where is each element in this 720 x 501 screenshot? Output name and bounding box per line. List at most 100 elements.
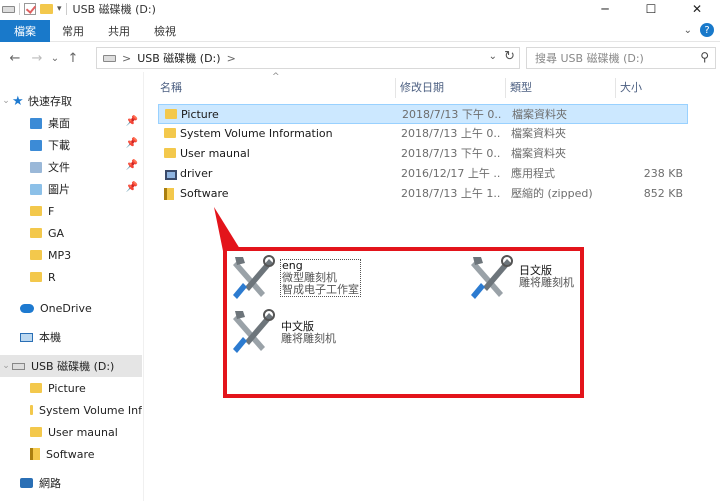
sidebar-item-ga[interactable]: GA: [0, 222, 142, 244]
table-row[interactable]: Picture 2018/7/13 下午 0... 檔案資料夾: [158, 104, 688, 124]
sidebar-item-system-volume[interactable]: System Volume Inf: [0, 399, 142, 421]
table-row[interactable]: Software 2018/7/13 上午 1... 壓縮的 (zipped) …: [158, 184, 688, 204]
sidebar-item-label: MP3: [48, 248, 72, 262]
sidebar-item-onedrive[interactable]: OneDrive: [0, 297, 142, 319]
computer-icon: [20, 332, 33, 342]
application-icon: [164, 168, 178, 185]
table-row[interactable]: System Volume Information 2018/7/13 上午 0…: [158, 124, 688, 144]
sidebar-item-picture[interactable]: Picture: [0, 377, 142, 399]
file-size: [618, 144, 683, 164]
tools-icon: [233, 309, 275, 353]
sidebar-item-this-pc[interactable]: 本機: [0, 326, 142, 348]
column-header-name[interactable]: 名稱: [156, 78, 396, 98]
breadcrumb-separator[interactable]: >: [227, 52, 236, 65]
file-date: 2018/7/13 下午 0...: [401, 147, 501, 160]
sidebar-item-label: 下載: [48, 139, 70, 152]
minimize-button[interactable]: ─: [582, 0, 628, 18]
file-type: 檔案資料夾: [512, 108, 567, 121]
forward-button[interactable]: →: [26, 47, 48, 69]
sidebar-item-label: User maunal: [48, 425, 118, 439]
folder-icon: [30, 228, 42, 238]
pane-divider[interactable]: [143, 72, 144, 501]
desktop-icon: [30, 117, 42, 129]
tool-label-japanese[interactable]: 日文版 雕将雕刻机: [519, 265, 574, 289]
breadcrumb-usb-drive[interactable]: USB 磁碟機 (D:): [137, 50, 220, 66]
navigation-bar: ← → ⌄ ↑ > USB 磁碟機 (D:) > ⌄ ↻ 搜尋 USB 磁碟機 …: [0, 44, 720, 72]
drive-icon: [103, 54, 116, 62]
sidebar-item-desktop[interactable]: 桌面 📌: [0, 112, 142, 134]
column-header-size[interactable]: 大小: [616, 78, 686, 98]
sidebar-item-user-manual[interactable]: User maunal: [0, 421, 142, 443]
sidebar-item-label: R: [48, 270, 56, 284]
tab-view[interactable]: 檢視: [142, 20, 188, 42]
file-size: [619, 105, 684, 125]
sidebar-item-label: OneDrive: [40, 301, 92, 315]
file-name: Software: [180, 187, 229, 200]
drive-icon: [2, 5, 15, 13]
folder-icon: [30, 250, 42, 260]
file-date: 2018/7/13 下午 0...: [402, 108, 502, 121]
tool-label-chinese[interactable]: 中文版 雕将雕刻机: [281, 321, 336, 345]
tool-label-eng[interactable]: eng 微型雕刻机 智成电子工作室: [280, 259, 361, 297]
help-icon[interactable]: ?: [700, 23, 714, 37]
search-placeholder: 搜尋 USB 磁碟機 (D:): [535, 52, 644, 65]
picture-icon: [30, 183, 42, 195]
file-size: 238 KB: [643, 167, 683, 180]
sidebar-item-label: System Volume Inf: [38, 403, 142, 417]
column-headers: ^ 名稱 修改日期 類型 大小: [156, 72, 712, 98]
close-button[interactable]: ✕: [674, 0, 720, 18]
expand-ribbon-icon[interactable]: ⌄: [684, 25, 692, 36]
sidebar-item-documents[interactable]: 文件 📌: [0, 156, 142, 178]
back-button[interactable]: ←: [4, 47, 26, 69]
tab-share[interactable]: 共用: [96, 20, 142, 42]
sidebar-item-network[interactable]: 網路: [0, 472, 142, 494]
navigation-pane: ⌄ ★ 快速存取 桌面 📌 下載 📌 文件 📌 圖片 📌 F GA MP3 R: [0, 86, 142, 501]
sidebar-item-f[interactable]: F: [0, 200, 142, 222]
tab-file[interactable]: 檔案: [0, 19, 50, 42]
folder-icon: [30, 405, 33, 415]
sidebar-item-label: 網路: [39, 477, 61, 490]
refresh-icon[interactable]: ↻: [504, 49, 515, 64]
file-name: System Volume Information: [180, 127, 333, 140]
tool-subtitle: 智成电子工作室: [282, 283, 359, 296]
address-dropdown-icon[interactable]: ⌄: [489, 51, 497, 62]
sidebar-item-mp3[interactable]: MP3: [0, 244, 142, 266]
sidebar-item-software[interactable]: Software: [0, 443, 142, 465]
folder-icon: [30, 383, 42, 393]
new-folder-icon[interactable]: [40, 4, 53, 14]
address-bar[interactable]: > USB 磁碟機 (D:) > ⌄ ↻: [96, 47, 520, 69]
sidebar-item-quick-access[interactable]: ⌄ ★ 快速存取: [0, 90, 142, 112]
document-icon: [30, 161, 42, 173]
divider: [19, 3, 20, 15]
table-row[interactable]: User maunal 2018/7/13 下午 0... 檔案資料夾: [158, 144, 688, 164]
star-icon: ★: [12, 93, 24, 109]
maximize-button[interactable]: ☐: [628, 0, 674, 18]
sidebar-item-r[interactable]: R: [0, 266, 142, 288]
column-header-date[interactable]: 修改日期: [396, 78, 506, 98]
pin-icon: 📌: [125, 138, 138, 149]
breadcrumb-separator[interactable]: >: [122, 52, 131, 65]
folder-icon: [164, 148, 176, 158]
search-input[interactable]: 搜尋 USB 磁碟機 (D:) ⚲: [526, 47, 716, 69]
download-icon: [30, 139, 42, 151]
properties-icon[interactable]: [24, 3, 36, 15]
ribbon-tabs: 檔案 常用 共用 檢視 ⌄ ?: [0, 19, 720, 42]
file-date: 2018/7/13 上午 1...: [401, 187, 501, 200]
sidebar-item-downloads[interactable]: 下載 📌: [0, 134, 142, 156]
up-button[interactable]: ↑: [62, 47, 84, 69]
chevron-down-icon[interactable]: ⌄: [0, 361, 12, 371]
sidebar-item-usb-drive[interactable]: ⌄ USB 磁碟機 (D:): [0, 355, 142, 377]
recent-locations-button[interactable]: ⌄: [48, 47, 62, 69]
sidebar-item-pictures[interactable]: 圖片 📌: [0, 178, 142, 200]
quick-access-toolbar: ▾: [0, 0, 67, 18]
table-row[interactable]: driver 2016/12/17 上午 ... 應用程式 238 KB: [158, 164, 688, 184]
tab-home[interactable]: 常用: [50, 20, 96, 42]
sidebar-item-label: 文件: [48, 161, 70, 174]
column-header-type[interactable]: 類型: [506, 78, 616, 98]
chevron-down-icon[interactable]: ⌄: [0, 96, 12, 106]
customize-toolbar-icon[interactable]: ▾: [57, 4, 62, 14]
file-type: 檔案資料夾: [511, 127, 566, 140]
folder-icon: [30, 272, 42, 282]
folder-icon: [30, 206, 42, 216]
pin-icon: 📌: [125, 116, 138, 127]
